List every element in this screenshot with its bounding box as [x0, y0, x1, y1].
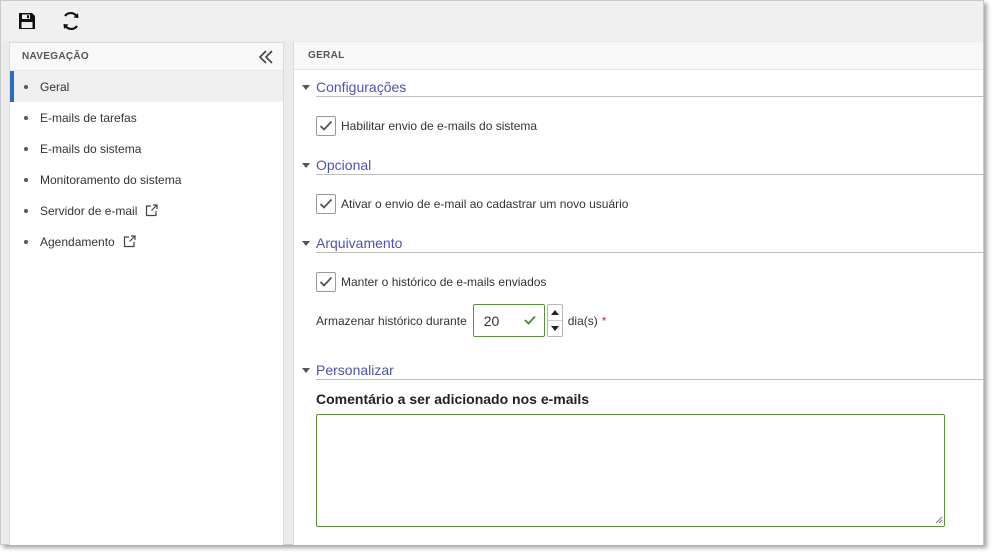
store-history-days-input[interactable]: 20 [472, 304, 545, 337]
checkbox-box[interactable] [316, 194, 336, 214]
stepper-down-button[interactable] [547, 320, 562, 336]
checkbox-label: Manter o histórico de e-mails enviados [341, 275, 547, 289]
enable-system-emails-checkbox[interactable]: Habilitar envio de e-mails do sistema [316, 116, 537, 136]
keep-history-checkbox[interactable]: Manter o histórico de e-mails enviados [316, 272, 546, 292]
double-chevron-left-icon [258, 50, 273, 64]
navigation-header: NAVEGAÇÃO [10, 43, 283, 71]
nav-item-label: Agendamento [40, 234, 115, 249]
section-archive-toggle[interactable]: Arquivamento [302, 234, 984, 253]
checkbox-box[interactable] [316, 272, 336, 292]
section-archive-title: Arquivamento [316, 235, 403, 251]
section-divider [316, 252, 984, 253]
general-panel: GERAL Configurações Habilitar envio de e… [293, 42, 984, 545]
collapse-sidebar-button[interactable] [257, 48, 275, 66]
floppy-disk-icon [19, 13, 35, 29]
caret-down-icon [302, 240, 310, 246]
bullet-icon [24, 177, 28, 182]
navigation-title: NAVEGAÇÃO [22, 51, 89, 62]
section-config-title: Configurações [316, 79, 407, 95]
bullet-icon [24, 84, 28, 89]
new-user-email-checkbox[interactable]: Ativar o envio de e-mail ao cadastrar um… [316, 194, 628, 214]
stepper-up-button[interactable] [548, 305, 562, 320]
toolbar [1, 1, 983, 41]
caret-down-icon [302, 162, 310, 168]
store-history-value: 20 [483, 312, 500, 329]
caret-down-icon [302, 367, 310, 373]
section-custom-toggle[interactable]: Personalizar [302, 361, 984, 380]
nav-item-task-emails[interactable]: E-mails de tarefas [10, 102, 283, 133]
days-unit: dia(s) [567, 313, 598, 328]
checkbox-box[interactable] [316, 116, 336, 136]
comment-textarea[interactable] [316, 414, 945, 527]
store-history-label: Armazenar histórico durante [316, 313, 467, 328]
nav-item-system-monitoring[interactable]: Monitoramento do sistema [10, 164, 283, 195]
nav-item-label: Servidor de e-mail [40, 203, 138, 218]
general-header: GERAL [294, 42, 983, 70]
bullet-icon [24, 115, 28, 120]
triangle-up-icon [550, 310, 559, 315]
external-link-icon [145, 204, 158, 217]
section-optional-toggle[interactable]: Opcional [302, 156, 984, 175]
nav-item-label: Geral [40, 79, 70, 94]
triangle-down-icon [550, 326, 559, 331]
nav-item-label: E-mails de tarefas [40, 110, 137, 125]
checkmark-icon [319, 276, 333, 287]
refresh-button[interactable] [59, 9, 83, 33]
save-button[interactable] [15, 9, 39, 33]
checkmark-icon [319, 120, 333, 131]
nav-item-scheduling[interactable]: Agendamento [10, 226, 283, 257]
nav-item-email-server[interactable]: Servidor de e-mail [10, 195, 283, 226]
bullet-icon [24, 208, 28, 213]
navigation-panel: NAVEGAÇÃO Geral E-mails de tarefas E-mai… [9, 42, 284, 545]
section-optional-title: Opcional [316, 157, 372, 173]
resize-grip-icon[interactable] [935, 516, 943, 524]
store-history-row: Armazenar histórico durante 20 dia(s) * [316, 304, 606, 337]
checkbox-label: Ativar o envio de e-mail ao cadastrar um… [341, 197, 629, 211]
nav-item-system-emails[interactable]: E-mails do sistema [10, 133, 283, 164]
bullet-icon [24, 146, 28, 151]
checkbox-label: Habilitar envio de e-mails do sistema [341, 119, 538, 133]
days-stepper[interactable] [546, 304, 563, 337]
nav-item-label: E-mails do sistema [40, 141, 142, 156]
general-title: GERAL [308, 50, 345, 61]
comment-label: Comentário a ser adicionado nos e-mails [316, 391, 590, 407]
nav-item-label: Monitoramento do sistema [40, 172, 182, 187]
nav-item-geral[interactable]: Geral [10, 71, 283, 102]
caret-down-icon [302, 84, 310, 90]
section-divider [316, 379, 984, 380]
valid-check-icon [524, 315, 536, 325]
section-config-toggle[interactable]: Configurações [302, 78, 984, 97]
required-marker: * [601, 313, 607, 328]
app-window: NAVEGAÇÃO Geral E-mails de tarefas E-mai… [0, 0, 984, 545]
section-divider [316, 174, 984, 175]
section-custom-title: Personalizar [316, 362, 394, 378]
navigation-list: Geral E-mails de tarefas E-mails do sist… [10, 71, 283, 257]
checkmark-icon [319, 198, 333, 209]
external-link-icon [123, 235, 136, 248]
section-divider [316, 96, 984, 97]
bullet-icon [24, 239, 28, 244]
refresh-icon [63, 11, 79, 31]
